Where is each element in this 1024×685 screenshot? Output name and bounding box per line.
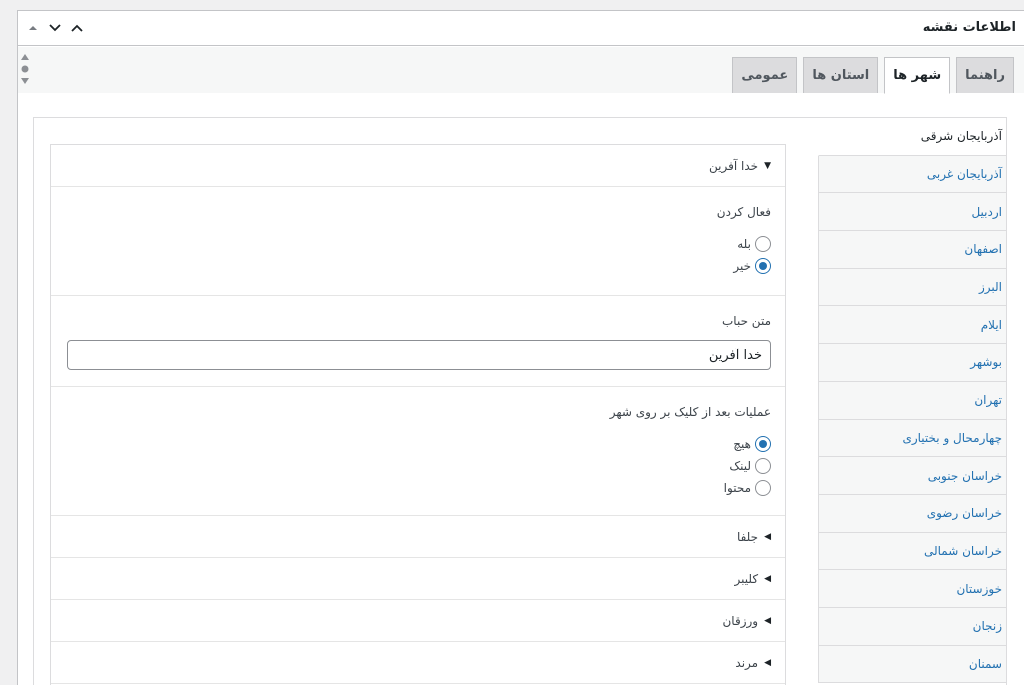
province-item[interactable]: سمنان <box>818 645 1006 684</box>
map-info-postbox: اطلاعات نقشه عمومی استان ها شهر ها راهنم… <box>17 10 1024 685</box>
scroll-dot-icon <box>21 65 29 73</box>
province-item[interactable]: آذربایجان غربی <box>818 155 1006 194</box>
province-item[interactable]: تهران <box>818 381 1006 420</box>
city-header-collapsed[interactable]: ◀ جلفا <box>51 516 785 558</box>
scroll-up-icon[interactable] <box>21 54 29 60</box>
province-item[interactable]: اصفهان <box>818 231 1006 269</box>
province-item[interactable]: خوزستان <box>818 570 1006 608</box>
province-item[interactable]: آذربایجان شرقی <box>818 118 1006 156</box>
click-action-label: عملیات بعد از کلیک بر روی شهر <box>609 405 771 419</box>
province-list: آذربایجان شرقی آذربایجان غربی اردبیل اصف… <box>818 118 1006 684</box>
move-down-icon[interactable] <box>46 17 64 39</box>
move-up-icon[interactable] <box>68 17 86 39</box>
tab-cities[interactable]: شهر ها <box>884 57 951 94</box>
province-item[interactable]: خراسان رضوی <box>818 494 1006 533</box>
caret-down-icon: ▼ <box>764 160 771 171</box>
city-name: کلیبر <box>734 571 759 586</box>
city-accordion: ▼ خدا آفرین فعال کردن بله خیر متن حباب خ… <box>50 144 786 685</box>
postbox-header: اطلاعات نقشه <box>18 11 1024 46</box>
radio-label: محتوا <box>723 481 751 495</box>
postbox-title: اطلاعات نقشه <box>922 20 1016 35</box>
cities-panel: آذربایجان شرقی آذربایجان غربی اردبیل اصف… <box>33 117 1007 685</box>
bubble-text-input[interactable] <box>67 340 771 370</box>
toggle-panel-icon[interactable] <box>24 17 42 39</box>
province-item[interactable]: ایلام <box>818 306 1006 345</box>
tab-strip: عمومی استان ها شهر ها راهنما <box>18 47 1024 94</box>
city-header-collapsed[interactable]: ◀ ورزقان <box>51 600 785 642</box>
city-header-open[interactable]: ▼ خدا آفرین <box>51 145 785 187</box>
province-item[interactable]: بوشهر <box>818 344 1006 382</box>
radio-option-no[interactable]: خیر <box>65 255 771 277</box>
radio-button[interactable] <box>755 258 771 274</box>
scroll-down-icon[interactable] <box>21 78 29 84</box>
caret-left-icon: ◀ <box>764 573 771 584</box>
radio-button[interactable] <box>755 480 771 496</box>
province-item[interactable]: خراسان شمالی <box>818 532 1006 571</box>
click-action-field: عملیات بعد از کلیک بر روی شهر هیچ لینک م… <box>51 387 785 516</box>
province-item[interactable]: خراسان جنوبی <box>818 457 1006 495</box>
province-item[interactable]: البرز <box>818 268 1006 307</box>
city-name: جلفا <box>736 529 759 544</box>
activate-field: فعال کردن بله خیر <box>51 187 785 296</box>
tabs: عمومی استان ها شهر ها راهنما <box>732 57 1024 94</box>
radio-option-content[interactable]: محتوا <box>65 477 771 499</box>
radio-option-none[interactable]: هیچ <box>65 433 771 455</box>
bubble-text-label: متن حباب <box>722 314 771 328</box>
radio-option-link[interactable]: لینک <box>65 455 771 477</box>
radio-label: بله <box>737 237 751 251</box>
province-item[interactable]: اردبیل <box>818 193 1006 232</box>
radio-button[interactable] <box>755 436 771 452</box>
city-header-collapsed[interactable]: ◀ کلیبر <box>51 558 785 600</box>
tab-provinces[interactable]: استان ها <box>803 57 879 93</box>
handle-actions <box>24 17 86 39</box>
city-name: مرند <box>735 655 759 670</box>
city-header-collapsed[interactable]: ◀ مرند <box>51 642 785 684</box>
radio-option-yes[interactable]: بله <box>65 233 771 255</box>
caret-left-icon: ◀ <box>764 615 771 626</box>
scroll-arrows[interactable] <box>19 54 31 84</box>
province-item[interactable]: زنجان <box>818 607 1006 646</box>
radio-button[interactable] <box>755 236 771 252</box>
radio-label: خیر <box>733 259 751 273</box>
city-name: خدا آفرین <box>709 158 759 173</box>
radio-label: لینک <box>729 459 751 473</box>
bubble-text-field: متن حباب <box>51 296 785 387</box>
tab-general[interactable]: عمومی <box>732 57 798 93</box>
activate-label: فعال کردن <box>716 205 771 219</box>
city-name: ورزقان <box>722 613 759 628</box>
province-item[interactable]: چهارمحال و بختیاری <box>818 419 1006 458</box>
caret-left-icon: ◀ <box>764 657 771 668</box>
tab-help[interactable]: راهنما <box>956 57 1014 93</box>
caret-left-icon: ◀ <box>764 531 771 542</box>
radio-label: هیچ <box>733 437 751 451</box>
radio-button[interactable] <box>755 458 771 474</box>
